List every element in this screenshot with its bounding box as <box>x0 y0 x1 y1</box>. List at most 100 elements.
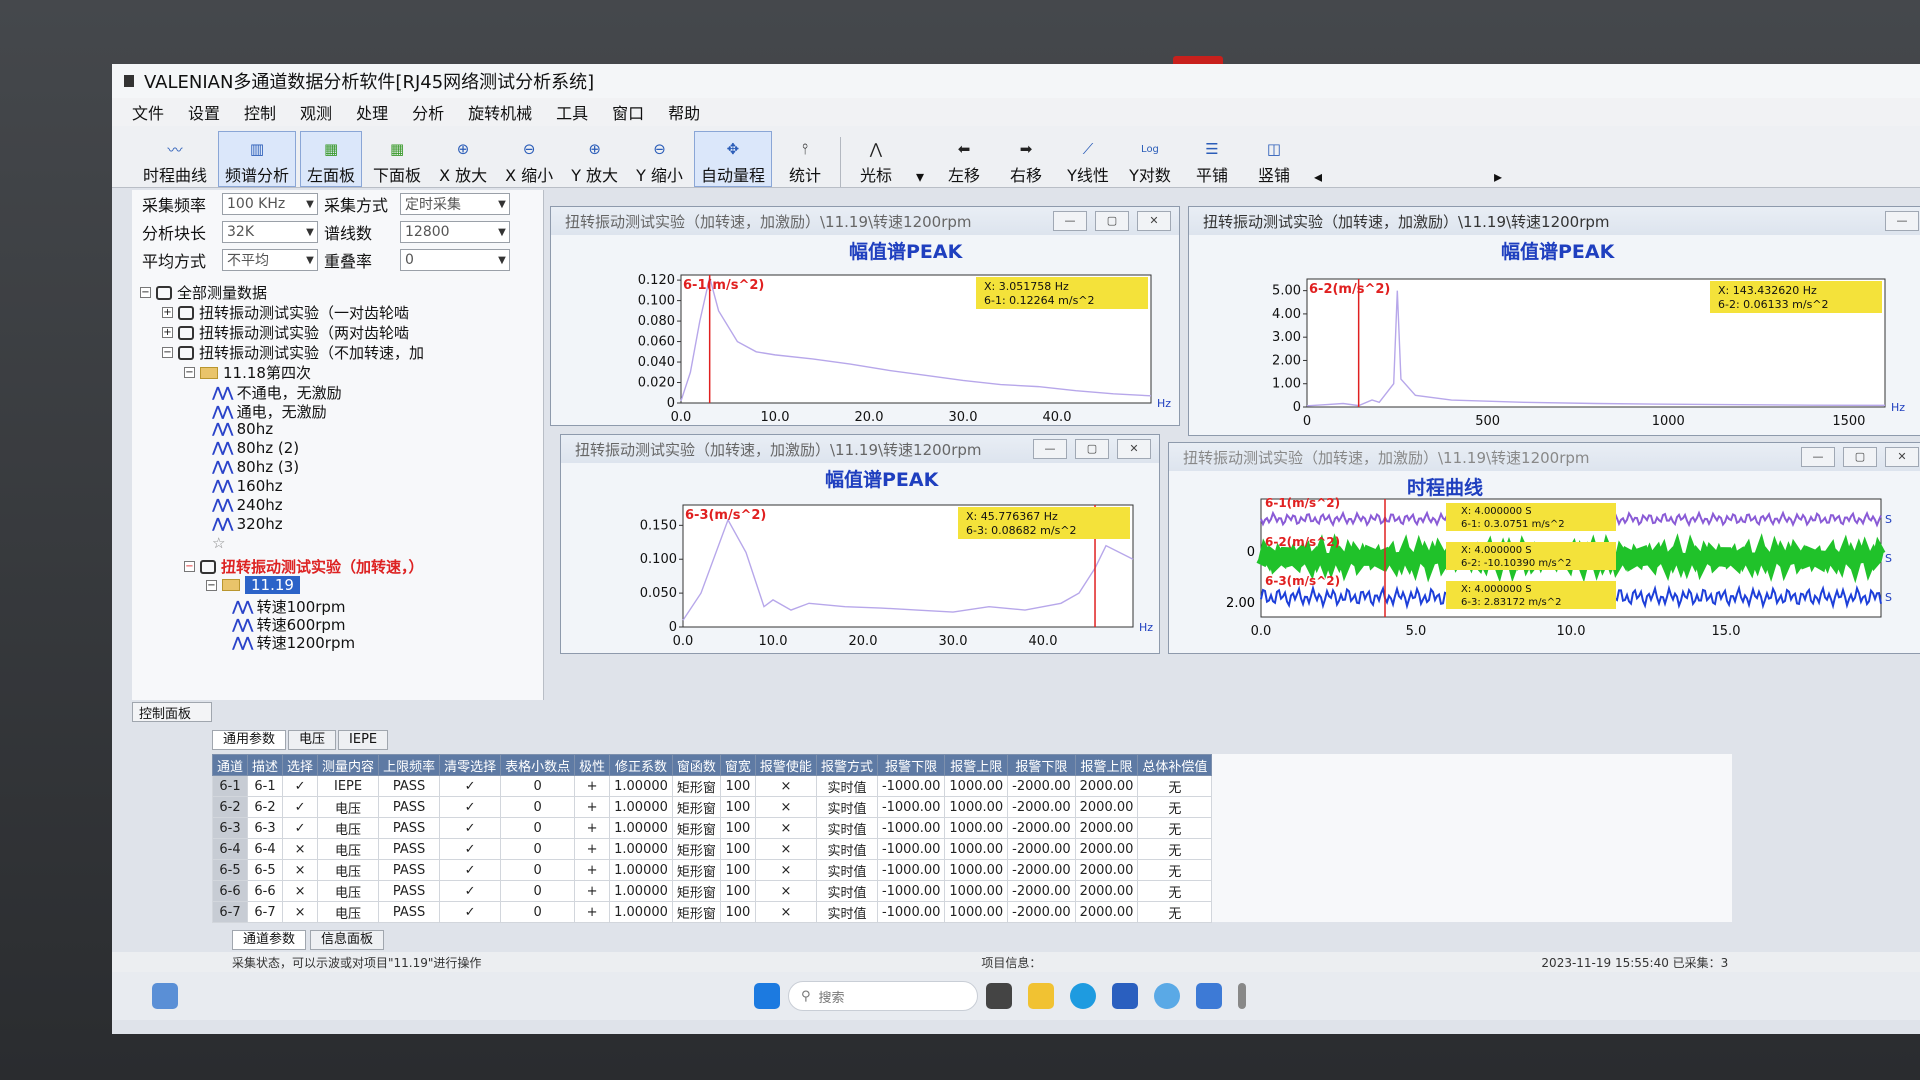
table-row[interactable]: 6-2 6-2 ✓ 电压 PASS ✓ 0 +1.00000 矩形窗 100 × 实时值 -1000.0… <box>211 796 1213 818</box>
move-right-button[interactable]: ➡ 右移 <box>997 131 1055 187</box>
table-cell[interactable]: 0 <box>500 796 576 818</box>
table-cell[interactable]: 6-7 <box>211 901 249 923</box>
y-zoom-out-button[interactable]: ⊖ Y 缩小 <box>629 131 690 187</box>
menu-tools[interactable]: 工具 <box>556 100 588 124</box>
y-linear-button[interactable]: ⟋ Y线性 <box>1059 131 1117 187</box>
table-cell[interactable]: 1000.00 <box>944 901 1009 923</box>
table-cell[interactable]: -2000.00 <box>1007 796 1076 818</box>
table-cell[interactable]: PASS <box>378 880 441 902</box>
table-cell[interactable]: 1.00000 <box>609 880 673 902</box>
table-cell[interactable]: 100 <box>719 775 756 797</box>
table-cell[interactable]: ✓ <box>439 859 502 881</box>
maximize-button[interactable]: ▢ <box>1095 211 1129 231</box>
tree-item[interactable]: ⋀⋀ 320hz <box>212 515 283 533</box>
window-titlebar[interactable]: 扭转振动测试实验（加转速，加激励）\11.19\转速1200rpm — <box>1189 207 1920 235</box>
vertical-tile-button[interactable]: ◫ 竖铺 <box>1245 131 1303 187</box>
table-cell[interactable]: PASS <box>378 901 441 923</box>
table-cell[interactable]: 0 <box>500 838 576 860</box>
column-header[interactable]: 极性 <box>574 754 611 776</box>
column-header[interactable]: 报警方式 <box>815 754 878 776</box>
table-cell[interactable]: 0 <box>500 880 576 902</box>
tab-voltage[interactable]: 电压 <box>288 730 337 750</box>
collapse-icon[interactable]: − <box>184 367 195 378</box>
table-cell[interactable]: 0 <box>500 859 576 881</box>
table-cell[interactable]: 0 <box>500 817 576 839</box>
table-cell[interactable]: ✓ <box>439 880 502 902</box>
column-header[interactable]: 窗宽 <box>719 754 756 776</box>
tab-channel-params[interactable]: 通道参数 <box>232 930 307 950</box>
table-cell[interactable]: + <box>574 775 611 797</box>
app-icon[interactable] <box>1154 983 1180 1009</box>
table-cell[interactable]: 6-4 <box>247 838 284 860</box>
y-zoom-in-button[interactable]: ⊕ Y 放大 <box>564 131 625 187</box>
spectral-lines-select[interactable]: 12800 ▼ <box>400 221 510 243</box>
table-cell[interactable]: 电压 <box>317 880 380 902</box>
table-cell[interactable]: + <box>574 838 611 860</box>
table-cell[interactable]: PASS <box>378 817 441 839</box>
sample-mode-select[interactable]: 定时采集 ▼ <box>400 193 510 215</box>
table-row[interactable]: 6-1 6-1 ✓ IEPE PASS ✓ 0 +1.00000 矩形窗 100 × 实时值 -1000… <box>211 775 1213 797</box>
spectrum-chart-1[interactable]: 0.0 10.0 20.0 30.0 40.0 0 0.020 0.040 0.060 0.080… <box>551 235 1179 425</box>
app-icon[interactable] <box>1196 983 1222 1009</box>
table-cell[interactable]: 2000.00 <box>1074 859 1139 881</box>
tree-item[interactable]: ⋀⋀ 80hz (2) <box>212 439 299 457</box>
folder-icon[interactable] <box>1028 983 1054 1009</box>
store-icon[interactable] <box>1112 983 1138 1009</box>
table-cell[interactable]: PASS <box>378 796 441 818</box>
table-cell[interactable]: 矩形窗 <box>671 838 721 860</box>
menu-rotating[interactable]: 旋转机械 <box>468 100 532 124</box>
table-cell[interactable]: ✓ <box>282 796 319 818</box>
table-cell[interactable]: 电压 <box>317 796 380 818</box>
tree-folder-2[interactable]: −11.19 <box>206 576 300 594</box>
table-cell[interactable]: + <box>574 817 611 839</box>
tree-exp-3[interactable]: − 扭转振动测试实验（不加转速，加 <box>162 342 424 363</box>
tab-iepe[interactable]: IEPE <box>338 730 389 750</box>
table-cell[interactable]: 2000.00 <box>1074 880 1139 902</box>
maximize-button[interactable]: ▢ <box>1075 439 1109 459</box>
table-cell[interactable]: 6-2 <box>211 796 249 818</box>
spectrum-chart-3[interactable]: 0.0 10.0 20.0 30.0 40.0 0 0.050 0.100 0.150 6-3(m… <box>561 463 1159 653</box>
table-cell[interactable]: × <box>282 859 319 881</box>
app-taskbar-icon[interactable] <box>152 983 178 1009</box>
table-cell[interactable]: IEPE <box>317 775 380 797</box>
table-cell[interactable]: 6-3 <box>247 817 284 839</box>
menu-file[interactable]: 文件 <box>132 100 164 124</box>
column-header[interactable]: 报警上限 <box>1074 754 1139 776</box>
table-row[interactable]: 6-3 6-3 ✓ 电压 PASS ✓ 0 +1.00000 矩形窗 100 × 实时值 -1000.0… <box>211 817 1213 839</box>
edge-icon[interactable] <box>1070 983 1096 1009</box>
tree-empty-item[interactable]: ☆ <box>212 534 225 552</box>
bottom-panel-button[interactable]: ▦ 下面板 <box>366 131 428 187</box>
table-cell[interactable]: 矩形窗 <box>671 859 721 881</box>
table-cell[interactable]: 1000.00 <box>944 838 1009 860</box>
tree-exp-2[interactable]: + 扭转振动测试实验（两对齿轮啮 <box>162 322 409 343</box>
table-cell[interactable]: 100 <box>719 901 756 923</box>
window-titlebar[interactable]: 扭转振动测试实验（加转速，加激励）\11.19\转速1200rpm — ▢ ✕ <box>551 207 1179 235</box>
time-chart[interactable]: 0.0 5.0 10.0 15.0 0 2.00 6-1(m/s^2) X: 4.000000… <box>1169 471 1920 653</box>
minimize-button[interactable]: — <box>1033 439 1067 459</box>
table-cell[interactable]: 6-1 <box>211 775 249 797</box>
column-header[interactable]: 清零选择 <box>439 754 502 776</box>
menu-window[interactable]: 窗口 <box>612 100 644 124</box>
column-header[interactable]: 选择 <box>282 754 319 776</box>
table-cell[interactable]: 1000.00 <box>944 859 1009 881</box>
maximize-button[interactable]: ▢ <box>1843 447 1877 467</box>
table-cell[interactable]: 100 <box>719 880 756 902</box>
table-cell[interactable]: 6-6 <box>211 880 249 902</box>
table-cell[interactable]: ✓ <box>439 817 502 839</box>
table-cell[interactable]: 2000.00 <box>1074 838 1139 860</box>
table-cell[interactable]: 6-2 <box>247 796 284 818</box>
table-cell[interactable]: 1000.00 <box>944 775 1009 797</box>
table-cell[interactable]: ✓ <box>439 838 502 860</box>
tree-root[interactable]: − 全部测量数据 <box>140 282 267 303</box>
table-cell[interactable]: 电压 <box>317 838 380 860</box>
table-cell[interactable]: PASS <box>378 775 441 797</box>
collapse-icon[interactable]: − <box>184 561 195 572</box>
column-header[interactable]: 上限频率 <box>378 754 441 776</box>
tree-item[interactable]: ⋀⋀ 通电，无激励 <box>212 401 327 422</box>
table-cell[interactable]: 6-3 <box>211 817 249 839</box>
table-cell[interactable]: 2000.00 <box>1074 901 1139 923</box>
collapse-icon[interactable]: − <box>206 579 217 591</box>
expand-icon[interactable]: + <box>162 327 173 338</box>
expand-icon[interactable]: + <box>162 307 173 318</box>
table-cell[interactable]: 1000.00 <box>944 880 1009 902</box>
